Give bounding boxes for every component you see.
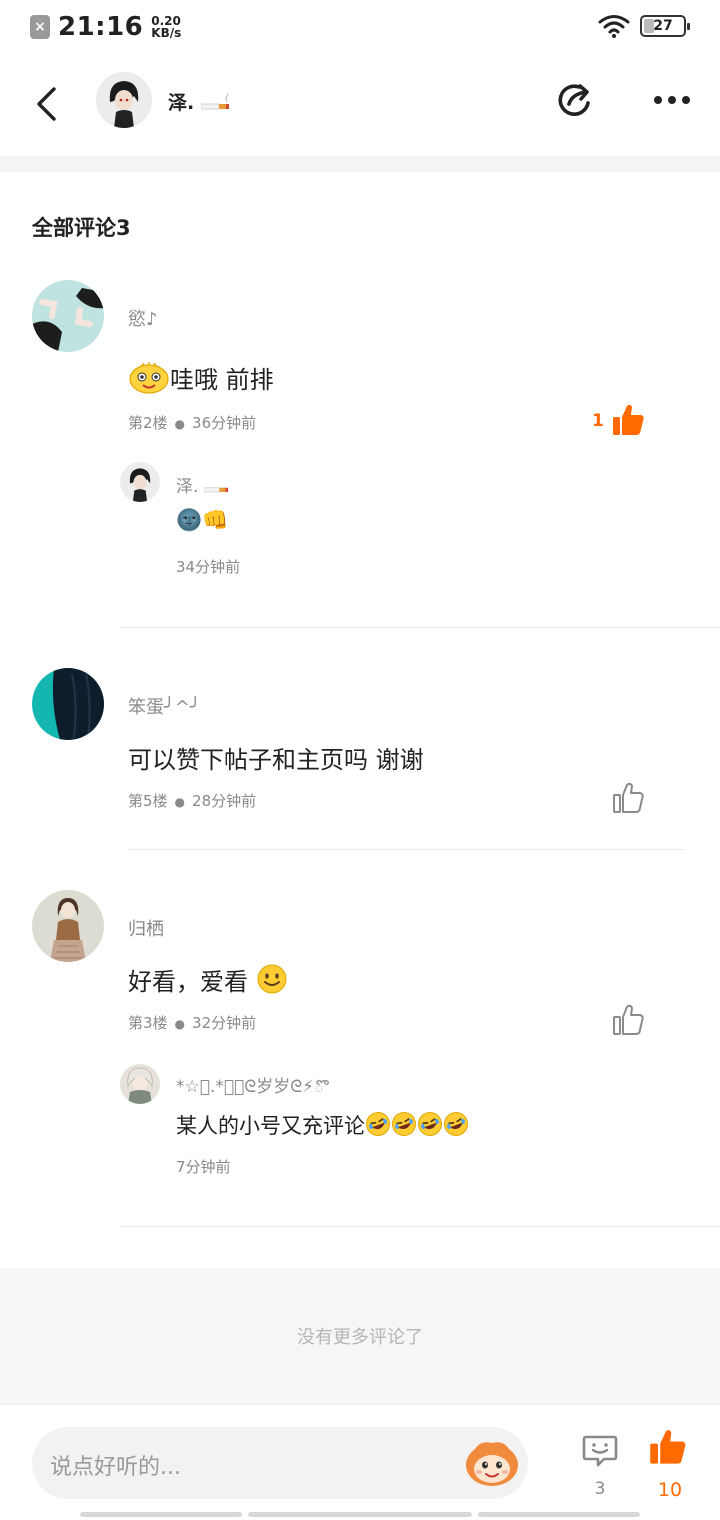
smile-emoji-icon [129,362,169,394]
reply-avatar[interactable] [120,462,160,502]
reply-time: 7分钟前 [176,1158,231,1176]
rofl-emoji-icon [392,1112,416,1136]
comment-meta: 第5楼 ● 28分钟前 [128,790,256,811]
author-name-text: 泽. [168,92,195,114]
reply-author-name[interactable]: 泽. [176,472,228,497]
battery-level: 27 [653,18,673,34]
comment-like-button[interactable] [610,1002,646,1038]
reply-text-content: 某人的小号又充评论 [176,1114,365,1138]
battery-icon: 27 [640,15,690,37]
wifi-icon [598,15,630,38]
post-like-button[interactable]: 10 [648,1427,692,1511]
comment-divider [120,627,720,628]
comment-meta: 第2楼 ● 36分钟前 [128,412,256,433]
comments-button[interactable]: 3 [580,1431,620,1511]
network-speed: 0.20 KB/s [151,15,181,39]
comment-like-button[interactable] [610,780,646,816]
header-divider [0,156,720,172]
gesture-bar-segment [80,1512,242,1517]
rofl-emoji-icon [366,1112,390,1136]
bottom-bar: 说点好听的... 3 10 [0,1404,720,1520]
comment-floor: 第2楼 [128,414,168,432]
comment-text: 哇哦 前排 [128,360,274,395]
back-button[interactable] [26,82,66,126]
commenter-avatar[interactable] [32,668,104,740]
author-name[interactable]: 泽. [168,88,229,115]
status-time: 21:16 [58,12,144,42]
gesture-bar-segment [248,1512,472,1517]
commenter-name[interactable]: 慾♪ [128,305,158,331]
comment-time: 32分钟前 [192,1014,257,1032]
gesture-bar-segment [478,1512,640,1517]
no-sim-icon: × [30,15,50,39]
comment-like-count: 1 [592,411,604,431]
more-options-button[interactable] [648,82,696,118]
comments-title: 全部评论3 [32,216,131,240]
meta-separator: ● [174,1017,186,1031]
status-bar: × 21:16 0.20 KB/s 27 [0,0,720,58]
comment-divider [120,1226,720,1227]
comment-bubble-icon [582,1435,618,1467]
post-like-count: 10 [657,1479,683,1501]
reply-author-name-text: 泽. [176,477,199,497]
thumbs-up-filled-icon [613,404,644,435]
reply-author-name[interactable]: *☆ﾟ.*･｡ᘓ岁岁ᘓ⚡ొ [176,1072,324,1101]
comment-meta: 第3楼 ● 32分钟前 [128,1012,256,1033]
comment-text: 可以赞下帖子和主页吗 谢谢 [128,746,424,774]
thumbs-up-filled-icon [650,1430,686,1464]
cigarette-icon [200,91,229,110]
share-icon [558,84,590,116]
no-more-comments: 没有更多评论了 [0,1268,720,1404]
meta-separator: ● [174,417,186,431]
commenter-avatar[interactable] [32,280,104,352]
rofl-emoji-icon [418,1112,442,1136]
comment-text: 好看，爱看 [128,962,288,997]
reply-text: 某人的小号又充评论 [176,1110,469,1140]
commenter-name[interactable]: 归栖 [128,915,164,941]
thumbs-up-icon [613,1004,644,1035]
commenter-avatar[interactable] [32,890,104,962]
meta-separator: ● [174,795,186,809]
emoji-picker-button[interactable] [464,1437,520,1489]
top-nav: 泽. [0,58,720,156]
comment-time: 36分钟前 [192,414,257,432]
network-speed-unit: KB/s [151,26,182,40]
thumbs-up-icon [613,782,644,813]
comment-input-placeholder: 说点好听的... [50,1455,181,1480]
back-arrow-icon [37,87,56,121]
reply-text: 🌚👊 [176,508,229,532]
cigarette-icon [203,487,228,493]
author-avatar[interactable] [96,72,152,128]
slight-smile-emoji-icon [257,964,287,994]
more-dot-icon [654,96,662,104]
comment-divider [128,849,686,850]
comment-text-content: 哇哦 前排 [170,366,274,394]
comments-count: 3 [594,1479,606,1499]
more-dot-icon [682,96,690,104]
reply-avatar[interactable] [120,1064,160,1104]
comment-like-button[interactable] [610,402,646,438]
commenter-name[interactable]: 笨蛋╯^╯ [128,693,201,719]
rofl-emoji-icon [444,1112,468,1136]
comment-time: 28分钟前 [192,792,257,810]
comment-floor: 第5楼 [128,792,168,810]
reply-time: 34分钟前 [176,558,241,576]
monkey-emoji-icon [466,1442,518,1486]
comment-floor: 第3楼 [128,1014,168,1032]
more-dot-icon [668,96,676,104]
comment-input[interactable]: 说点好听的... [32,1427,528,1499]
comment-text-content: 好看，爱看 [128,968,248,996]
share-button[interactable] [554,78,598,122]
